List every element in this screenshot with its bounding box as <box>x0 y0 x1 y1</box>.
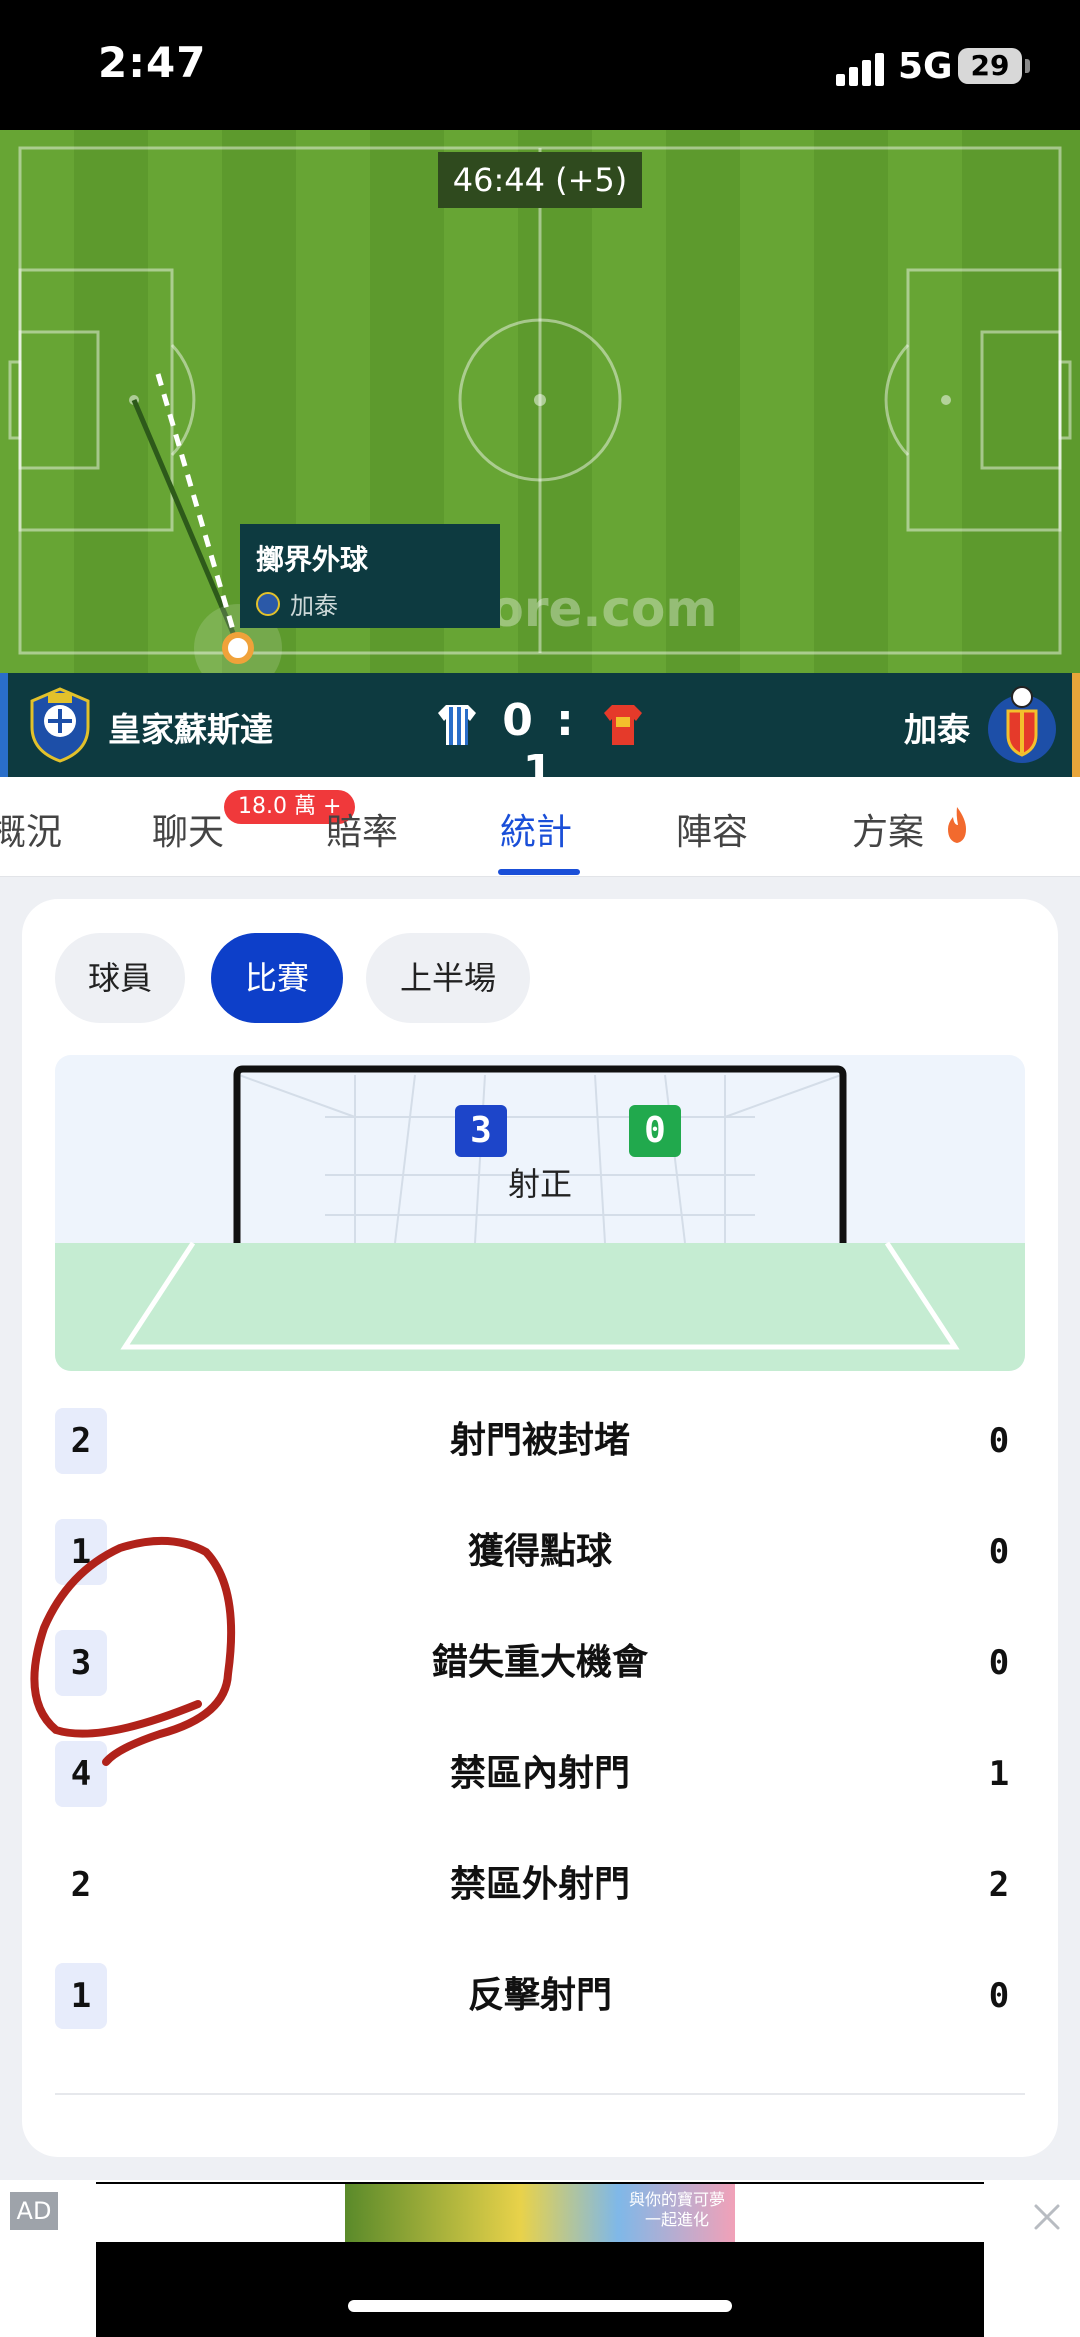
getafe-crest-icon[interactable] <box>984 685 1060 767</box>
scorebar: 皇家蘇斯達 0 : 1 加泰 <box>0 673 1080 797</box>
battery-tip <box>1025 59 1030 73</box>
match-clock: 46:44 (+5) <box>438 152 642 208</box>
shots-on-target-graphic: 3 0 射正 <box>55 1055 1025 1371</box>
pitch-tracker: 46:44 (+5) AiScore.com 擲界外球 加泰 <box>0 130 1080 673</box>
team-crest-icon <box>256 591 280 616</box>
ad-text-line-2: 一起進化 <box>644 2210 709 2229</box>
tab-overview[interactable]: 概況 <box>0 803 62 855</box>
ad-banner[interactable]: AD 與你的寶可夢 一起進化 <box>0 2180 1080 2337</box>
stat-home-value: 4 <box>55 1741 107 1807</box>
stat-name: 反擊射門 <box>467 1975 612 2016</box>
stat-home-value: 1 <box>55 1519 107 1585</box>
network-type: 5G <box>898 46 953 87</box>
filter-match[interactable]: 比賽 <box>211 933 343 1023</box>
away-team-name[interactable]: 加泰 <box>904 703 970 751</box>
event-title: 擲界外球 <box>256 543 369 576</box>
real-sociedad-crest-icon[interactable] <box>26 687 94 763</box>
stat-name: 錯失重大機會 <box>431 1642 648 1683</box>
stats-card: 球員 比賽 上半場 3 0 射正 2 射門被封堵 0 1 獲得點球 0 3 錯失… <box>22 899 1058 2157</box>
status-time: 2:47 <box>98 38 207 87</box>
shots-on-target-away: 0 <box>629 1105 681 1157</box>
status-bar: 2:47 5G 29 <box>0 0 1080 130</box>
active-tab-indicator <box>498 869 580 875</box>
signal-icon <box>836 52 886 86</box>
tab-stats[interactable]: 統計 <box>500 803 572 855</box>
stat-row: 3 錯失重大機會 0 <box>55 1630 1025 1696</box>
ad-label: AD <box>10 2192 58 2230</box>
ad-video-area[interactable] <box>96 2242 984 2337</box>
card-divider <box>55 2093 1025 2095</box>
shots-on-target-label: 射正 <box>507 1165 572 1203</box>
filter-players[interactable]: 球員 <box>55 933 185 1023</box>
stat-row: 1 反擊射門 0 <box>55 1963 1025 2029</box>
ad-text-line-1: 與你的寶可夢 <box>628 2190 725 2209</box>
away-color-bar <box>1072 673 1080 777</box>
goal-frame <box>120 1065 960 1350</box>
away-kit-icon <box>604 705 642 745</box>
stat-row: 2 禁區外射門 2 <box>55 1852 1025 1918</box>
filter-first-half[interactable]: 上半場 <box>366 933 530 1023</box>
tab-chat[interactable]: 聊天 <box>152 803 224 855</box>
home-color-bar <box>0 673 8 777</box>
stat-away-value: 0 <box>988 1532 1010 1572</box>
tab-bar: 概況 聊天 18.0 萬 + 賠率 統計 陣容 方案 <box>0 777 1080 877</box>
stat-away-value: 2 <box>988 1865 1010 1905</box>
stat-row: 4 禁區內射門 1 <box>55 1741 1025 1807</box>
stat-away-value: 0 <box>988 1976 1010 2016</box>
event-team-name: 加泰 <box>290 592 338 620</box>
fire-icon <box>948 807 966 843</box>
shots-on-target-home: 3 <box>455 1105 507 1157</box>
battery-icon: 29 <box>958 48 1022 84</box>
stat-home-value: 3 <box>55 1630 107 1696</box>
stat-name: 禁區外射門 <box>449 1864 630 1905</box>
stat-name: 射門被封堵 <box>449 1420 630 1461</box>
stat-away-value: 0 <box>988 1643 1010 1683</box>
home-indicator[interactable] <box>348 2300 732 2312</box>
stat-away-value: 0 <box>988 1421 1010 1461</box>
event-team: 加泰 <box>256 586 484 621</box>
stat-home-value: 1 <box>55 1963 107 2029</box>
stat-row: 1 獲得點球 0 <box>55 1519 1025 1585</box>
tab-tips[interactable]: 方案 <box>852 803 924 855</box>
home-team-name[interactable]: 皇家蘇斯達 <box>108 703 273 751</box>
stat-row: 2 射門被封堵 0 <box>55 1408 1025 1474</box>
event-card: 擲界外球 加泰 <box>240 524 500 628</box>
stat-name: 禁區內射門 <box>449 1753 630 1794</box>
home-kit-icon <box>438 705 476 745</box>
tab-odds[interactable]: 賠率 <box>326 803 398 855</box>
stat-name: 獲得點球 <box>467 1531 612 1572</box>
stat-home-value: 2 <box>55 1408 107 1474</box>
ad-image-text: 與你的寶可夢 一起進化 <box>629 2190 725 2230</box>
stat-home-value: 2 <box>70 1865 92 1905</box>
tab-lineup[interactable]: 陣容 <box>676 803 748 855</box>
stat-away-value: 1 <box>988 1754 1010 1794</box>
ad-image[interactable]: 與你的寶可夢 一起進化 <box>345 2184 735 2242</box>
close-icon[interactable] <box>1030 2200 1064 2234</box>
